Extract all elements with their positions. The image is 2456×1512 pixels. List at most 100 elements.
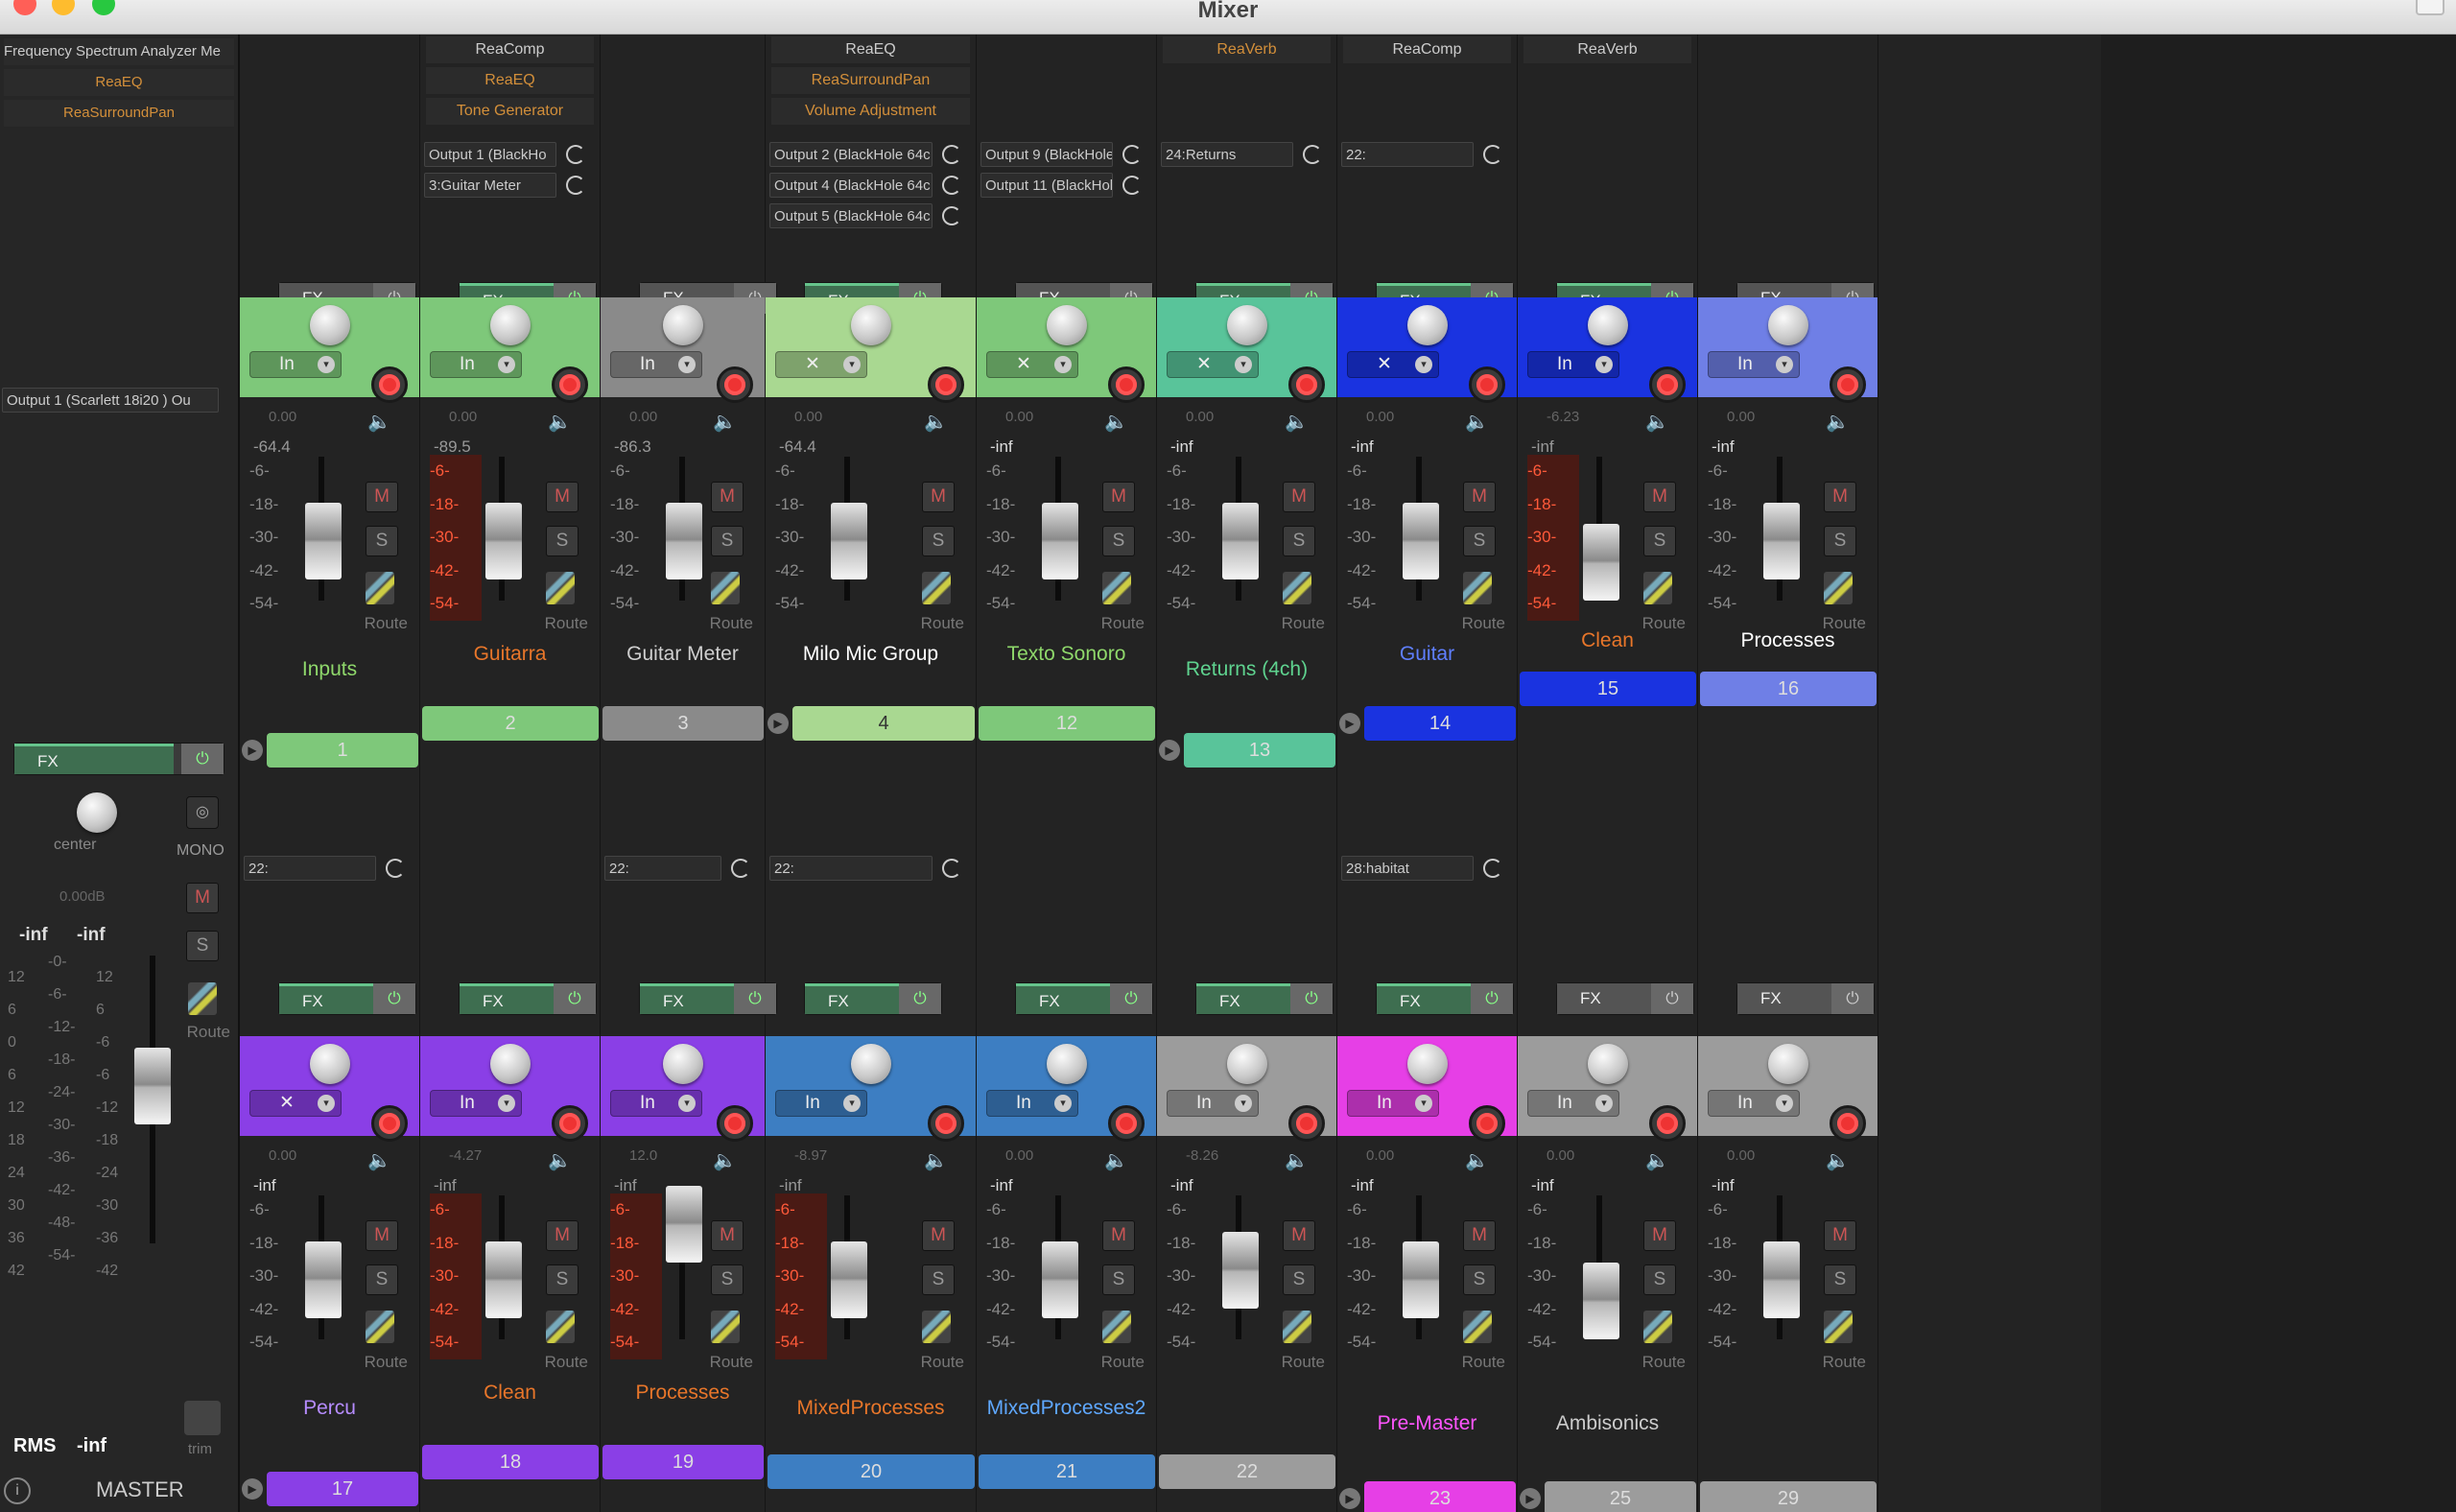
dropdown-icon[interactable] <box>566 176 585 195</box>
output-routing[interactable]: 28:habitat <box>1341 856 1474 881</box>
route-icon[interactable] <box>1824 572 1853 604</box>
record-arm-button[interactable] <box>1108 366 1145 403</box>
mute-button[interactable]: M <box>922 1220 955 1251</box>
mute-button[interactable]: M <box>1643 482 1676 512</box>
mute-button[interactable]: M <box>546 482 579 512</box>
solo-button[interactable]: S <box>366 526 398 556</box>
power-icon[interactable]: ⏻ <box>1110 983 1152 1014</box>
output-routing[interactable]: 3:Guitar Meter <box>424 173 556 198</box>
window-corner-icon[interactable] <box>2416 0 2444 15</box>
output-routing[interactable]: Output 1 (BlackHo <box>424 142 556 167</box>
track-number[interactable]: 4 <box>792 706 975 741</box>
play-icon[interactable]: ▶ <box>1339 713 1360 734</box>
volume-fader[interactable] <box>1042 503 1078 579</box>
dropdown-icon[interactable] <box>942 206 961 225</box>
fx-slot[interactable]: ReaVerb <box>1163 36 1331 63</box>
fx-button[interactable]: FX⏻ <box>278 982 416 1015</box>
record-arm-button[interactable] <box>717 1105 753 1142</box>
route-icon[interactable] <box>1283 572 1311 604</box>
speaker-icon[interactable]: 🔈 <box>367 411 391 434</box>
dropdown-icon[interactable] <box>1122 145 1142 164</box>
power-icon[interactable]: ⏻ <box>1290 983 1333 1014</box>
route-icon[interactable] <box>366 1311 394 1343</box>
power-icon[interactable]: ⏻ <box>554 983 596 1014</box>
mute-button[interactable]: M <box>366 482 398 512</box>
track-number[interactable]: 15 <box>1520 672 1696 706</box>
dropdown-icon[interactable] <box>942 859 961 878</box>
mute-button[interactable]: M <box>1643 1220 1676 1251</box>
input-selector[interactable]: In ▾ <box>249 351 342 378</box>
track-number[interactable]: 2 <box>422 706 599 741</box>
pan-knob[interactable] <box>850 305 891 345</box>
track-number[interactable]: 1 <box>267 733 418 768</box>
info-icon[interactable]: i <box>4 1477 31 1504</box>
mono-icon[interactable]: ◎ <box>186 796 219 829</box>
route-icon[interactable] <box>1824 1311 1853 1343</box>
volume-fader[interactable] <box>305 1241 342 1318</box>
play-icon[interactable]: ▶ <box>242 740 263 761</box>
solo-button[interactable]: S <box>1102 526 1135 556</box>
input-selector[interactable]: In ▾ <box>610 1090 702 1117</box>
record-arm-button[interactable] <box>1469 1105 1505 1142</box>
input-selector[interactable]: In ▾ <box>610 351 702 378</box>
solo-button[interactable]: S <box>186 931 219 961</box>
record-arm-button[interactable] <box>1649 1105 1686 1142</box>
input-selector[interactable]: ✕ ▾ <box>775 351 867 378</box>
input-selector[interactable]: ✕ ▾ <box>986 351 1078 378</box>
track-number[interactable]: 3 <box>602 706 764 741</box>
input-selector[interactable]: ✕ ▾ <box>1167 351 1259 378</box>
output-routing[interactable]: Output 4 (BlackHole 64c <box>769 173 933 198</box>
pan-knob[interactable] <box>662 1044 703 1084</box>
volume-fader[interactable] <box>1583 1263 1619 1339</box>
input-selector[interactable]: In ▾ <box>1527 1090 1619 1117</box>
volume-fader[interactable] <box>1403 1241 1439 1318</box>
track-number[interactable]: 14 <box>1364 706 1516 741</box>
route-icon[interactable] <box>922 572 951 604</box>
speaker-icon[interactable]: 🔈 <box>1645 411 1669 434</box>
mute-button[interactable]: M <box>1463 482 1496 512</box>
power-icon[interactable]: ⏻ <box>1471 983 1513 1014</box>
mute-button[interactable]: M <box>711 1220 744 1251</box>
fx-button[interactable]: FX⏻ <box>639 982 777 1015</box>
pan-knob[interactable] <box>1226 305 1267 345</box>
record-arm-button[interactable] <box>552 1105 588 1142</box>
play-icon[interactable]: ▶ <box>242 1478 263 1500</box>
output-routing[interactable]: Output 11 (BlackHol <box>980 173 1113 198</box>
route-icon[interactable] <box>922 1311 951 1343</box>
dropdown-icon[interactable] <box>1483 859 1502 878</box>
route-icon[interactable] <box>1463 572 1492 604</box>
fx-slot[interactable]: ReaVerb <box>1523 36 1691 63</box>
speaker-icon[interactable]: 🔈 <box>1826 1149 1850 1172</box>
route-icon[interactable] <box>188 982 217 1015</box>
input-selector[interactable]: In ▾ <box>430 351 522 378</box>
speaker-icon[interactable]: 🔈 <box>1465 1149 1489 1172</box>
record-arm-button[interactable] <box>1288 1105 1325 1142</box>
solo-button[interactable]: S <box>1824 526 1856 556</box>
power-icon[interactable]: ⏻ <box>1831 983 1874 1014</box>
mute-button[interactable]: M <box>1102 1220 1135 1251</box>
mute-button[interactable]: M <box>366 1220 398 1251</box>
input-selector[interactable]: In ▾ <box>1347 1090 1439 1117</box>
pan-knob[interactable] <box>309 1044 350 1084</box>
volume-fader[interactable] <box>1222 1232 1259 1309</box>
track-number[interactable]: 12 <box>979 706 1155 741</box>
input-selector[interactable]: ✕ ▾ <box>1347 351 1439 378</box>
fx-slot[interactable]: Volume Adjustment <box>771 98 970 125</box>
track-number[interactable]: 13 <box>1184 733 1335 768</box>
route-icon[interactable] <box>546 572 575 604</box>
speaker-icon[interactable]: 🔈 <box>1285 1149 1309 1172</box>
record-arm-button[interactable] <box>1649 366 1686 403</box>
fx-button[interactable]: FX⏻ <box>1376 982 1514 1015</box>
pan-knob[interactable] <box>1406 1044 1448 1084</box>
dropdown-icon[interactable] <box>1483 145 1502 164</box>
fx-button[interactable]: FX⏻ <box>804 982 942 1015</box>
dropdown-icon[interactable] <box>1122 176 1142 195</box>
speaker-icon[interactable]: 🔈 <box>1285 411 1309 434</box>
power-icon[interactable]: ⏻ <box>373 983 415 1014</box>
route-icon[interactable] <box>1283 1311 1311 1343</box>
play-icon[interactable]: ▶ <box>1159 740 1180 761</box>
speaker-icon[interactable]: 🔈 <box>1645 1149 1669 1172</box>
pan-knob[interactable] <box>850 1044 891 1084</box>
speaker-icon[interactable]: 🔈 <box>924 411 948 434</box>
pan-knob[interactable] <box>1587 305 1628 345</box>
